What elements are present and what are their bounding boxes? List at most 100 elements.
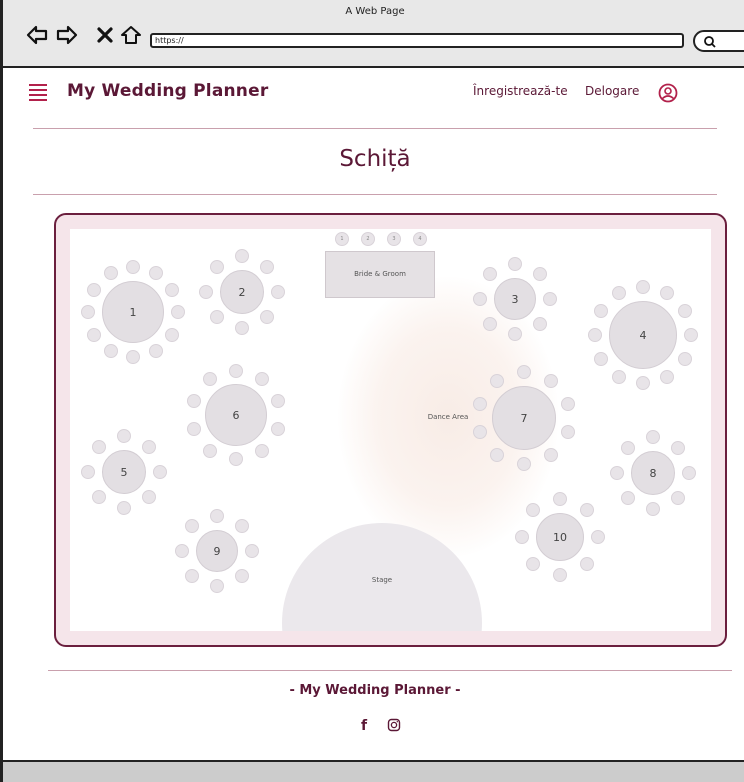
seat[interactable] — [235, 321, 249, 335]
seat[interactable] — [660, 369, 674, 384]
seat[interactable] — [588, 328, 602, 342]
table-4[interactable]: 4 — [609, 301, 677, 369]
seat[interactable] — [142, 439, 157, 454]
seat[interactable] — [508, 257, 522, 271]
seat[interactable] — [515, 530, 529, 544]
seat[interactable] — [171, 305, 185, 319]
table-9[interactable]: 9 — [196, 530, 238, 572]
seat[interactable] — [87, 282, 102, 297]
seat[interactable] — [235, 249, 249, 263]
table-3[interactable]: 3 — [494, 278, 536, 320]
seat[interactable] — [544, 448, 559, 463]
user-circle-icon[interactable] — [658, 83, 678, 103]
seat[interactable] — [560, 396, 575, 411]
seat[interactable] — [671, 440, 686, 455]
seat[interactable] — [612, 286, 626, 301]
seat[interactable] — [594, 304, 609, 318]
seat[interactable] — [483, 316, 498, 331]
seat[interactable] — [682, 466, 696, 480]
seat[interactable] — [646, 502, 660, 516]
seat[interactable] — [260, 259, 275, 274]
instagram-icon[interactable] — [387, 718, 401, 732]
seat[interactable] — [203, 372, 218, 387]
seat[interactable] — [126, 350, 140, 364]
seat[interactable] — [148, 343, 163, 358]
back-button[interactable] — [25, 23, 49, 47]
head-table-seat[interactable]: 2 — [361, 232, 375, 246]
logout-link[interactable]: Delogare — [585, 84, 639, 98]
seat[interactable] — [473, 396, 488, 411]
seat[interactable] — [544, 373, 559, 388]
menu-button[interactable] — [29, 84, 47, 101]
seat[interactable] — [87, 327, 102, 342]
forward-button[interactable] — [55, 23, 79, 47]
seat[interactable] — [254, 372, 269, 387]
table-6[interactable]: 6 — [205, 384, 267, 446]
seat[interactable] — [636, 376, 650, 390]
seat[interactable] — [103, 343, 118, 358]
seat[interactable] — [553, 492, 567, 506]
seat[interactable] — [126, 260, 140, 274]
seat[interactable] — [187, 421, 202, 436]
seat[interactable] — [260, 310, 275, 325]
home-button[interactable] — [119, 23, 143, 47]
table-5[interactable]: 5 — [102, 450, 146, 494]
seat[interactable] — [517, 457, 531, 471]
seat[interactable] — [483, 267, 498, 282]
seat[interactable] — [532, 316, 547, 331]
seat[interactable] — [646, 430, 660, 444]
seat[interactable] — [594, 352, 609, 366]
seat[interactable] — [203, 443, 218, 458]
seat[interactable] — [117, 501, 131, 515]
seat[interactable] — [532, 267, 547, 282]
seat[interactable] — [579, 503, 594, 518]
seat[interactable] — [153, 465, 167, 479]
seat[interactable] — [209, 259, 224, 274]
seat[interactable] — [271, 285, 285, 299]
seat[interactable] — [579, 556, 594, 571]
seat[interactable] — [270, 394, 285, 409]
seat[interactable] — [229, 452, 243, 466]
seat[interactable] — [103, 266, 118, 281]
seat[interactable] — [245, 544, 259, 558]
facebook-icon[interactable]: f — [361, 718, 367, 734]
seat[interactable] — [526, 556, 541, 571]
seat[interactable] — [210, 509, 224, 523]
seat[interactable] — [270, 421, 285, 436]
seat[interactable] — [234, 519, 249, 534]
seat[interactable] — [234, 568, 249, 583]
seat[interactable] — [671, 491, 686, 506]
seat[interactable] — [164, 327, 179, 342]
head-table-seat[interactable]: 1 — [335, 232, 349, 246]
table-10[interactable]: 10 — [536, 513, 584, 561]
table-1[interactable]: 1 — [102, 281, 164, 343]
seat[interactable] — [517, 365, 531, 379]
seat[interactable] — [543, 292, 557, 306]
seat[interactable] — [591, 530, 605, 544]
seat[interactable] — [91, 490, 106, 505]
seat[interactable] — [142, 490, 157, 505]
seat[interactable] — [677, 352, 692, 366]
seat[interactable] — [187, 394, 202, 409]
seat[interactable] — [660, 286, 674, 301]
head-table-seat[interactable]: 3 — [387, 232, 401, 246]
seat[interactable] — [636, 280, 650, 294]
seat[interactable] — [489, 373, 504, 388]
seat[interactable] — [164, 282, 179, 297]
seat[interactable] — [81, 465, 95, 479]
seat[interactable] — [612, 369, 626, 384]
seat[interactable] — [185, 568, 200, 583]
seat[interactable] — [148, 266, 163, 281]
head-table-seat[interactable]: 4 — [413, 232, 427, 246]
seat[interactable] — [254, 443, 269, 458]
seat[interactable] — [229, 364, 243, 378]
seat[interactable] — [553, 568, 567, 582]
register-link[interactable]: Înregistrează-te — [473, 84, 568, 98]
seat[interactable] — [199, 285, 213, 299]
seat[interactable] — [560, 425, 575, 440]
table-7[interactable]: 7 — [492, 386, 556, 450]
seat[interactable] — [508, 327, 522, 341]
seat[interactable] — [526, 503, 541, 518]
seat[interactable] — [620, 491, 635, 506]
address-bar[interactable]: https:// — [150, 33, 684, 48]
